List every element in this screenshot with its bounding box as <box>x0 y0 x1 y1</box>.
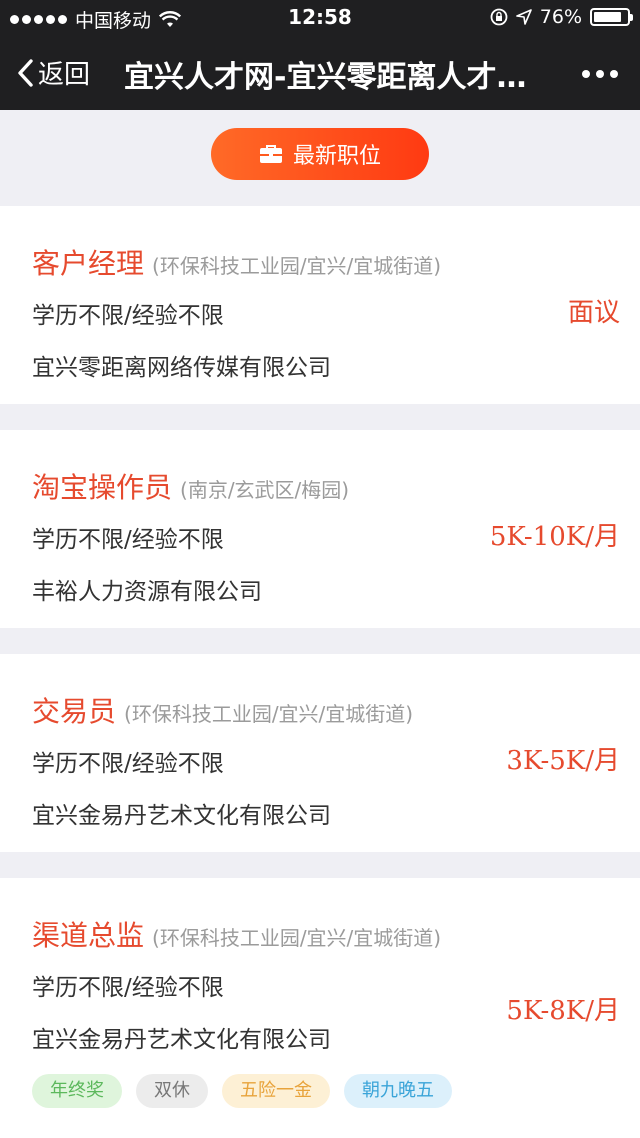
job-location: (南京/玄武区/梅园) <box>180 478 350 502</box>
job-requirement: 学历不限/经验不限 <box>32 751 224 777</box>
back-button[interactable]: 返回 <box>16 54 90 91</box>
job-salary: 5K-8K/月 <box>506 996 620 1026</box>
benefit-tag: 双休 <box>136 1074 208 1108</box>
job-title: 淘宝操作员 <box>32 471 173 504</box>
nav-bar: 返回 宜兴人才网-宜兴零距离人才… <box>0 34 640 110</box>
header-area: 最新职位 <box>0 110 640 206</box>
more-menu-icon[interactable] <box>582 70 618 78</box>
job-title-row: 客户经理 (环保科技工业园/宜兴/宜城街道) <box>32 242 441 282</box>
battery-percent: 76% <box>539 6 582 28</box>
job-salary: 5K-10K/月 <box>489 522 620 552</box>
job-location: (环保科技工业园/宜兴/宜城街道) <box>152 926 442 950</box>
job-company: 宜兴零距离网络传媒有限公司 <box>32 355 331 381</box>
job-title: 渠道总监 <box>32 919 145 952</box>
latest-jobs-button[interactable]: 最新职位 <box>211 128 429 180</box>
job-title: 客户经理 <box>32 247 145 280</box>
job-company: 宜兴金易丹艺术文化有限公司 <box>32 1027 331 1053</box>
benefit-tag: 朝九晚五 <box>344 1074 452 1108</box>
job-title-row: 渠道总监 (环保科技工业园/宜兴/宜城街道) <box>32 914 441 954</box>
job-card[interactable]: 淘宝操作员 (南京/玄武区/梅园) 学历不限/经验不限 丰裕人力资源有限公司 5K… <box>0 430 640 628</box>
job-location: (环保科技工业园/宜兴/宜城街道) <box>152 254 442 278</box>
job-company: 宜兴金易丹艺术文化有限公司 <box>32 803 331 829</box>
battery-icon <box>590 8 633 26</box>
briefcase-icon <box>259 145 282 163</box>
page-title: 宜兴人才网-宜兴零距离人才… <box>124 60 527 95</box>
job-location: (环保科技工业园/宜兴/宜城街道) <box>124 702 414 726</box>
job-requirement: 学历不限/经验不限 <box>32 303 224 329</box>
job-card[interactable]: 客户经理 (环保科技工业园/宜兴/宜城街道) 学历不限/经验不限 宜兴零距离网络传… <box>0 206 640 404</box>
job-card[interactable]: 交易员 (环保科技工业园/宜兴/宜城街道) 学历不限/经验不限 宜兴金易丹艺术文化… <box>0 654 640 852</box>
job-title: 交易员 <box>32 695 117 728</box>
job-requirement: 学历不限/经验不限 <box>32 975 224 1001</box>
back-label: 返回 <box>38 60 91 90</box>
status-right: 76% <box>490 6 633 28</box>
job-company: 丰裕人力资源有限公司 <box>32 579 262 605</box>
job-card[interactable]: 渠道总监 (环保科技工业园/宜兴/宜城街道) 学历不限/经验不限 宜兴金易丹艺术文… <box>0 878 640 1138</box>
chevron-left-icon <box>18 58 33 87</box>
status-bar: 中国移动 12:58 76% <box>0 0 640 34</box>
job-title-row: 淘宝操作员 (南京/玄武区/梅园) <box>32 466 349 506</box>
job-requirement: 学历不限/经验不限 <box>32 527 224 553</box>
job-title-row: 交易员 (环保科技工业园/宜兴/宜城街道) <box>32 690 413 730</box>
latest-jobs-label: 最新职位 <box>292 144 381 169</box>
rotation-lock-icon <box>490 8 508 26</box>
job-salary: 面议 <box>567 298 620 328</box>
benefit-tag: 年终奖 <box>32 1074 122 1108</box>
benefit-tag: 五险一金 <box>222 1074 330 1108</box>
job-benefit-tags: 年终奖 双休 五险一金 朝九晚五 <box>32 1074 452 1108</box>
location-arrow-icon <box>515 9 532 25</box>
job-salary: 3K-5K/月 <box>506 746 620 776</box>
